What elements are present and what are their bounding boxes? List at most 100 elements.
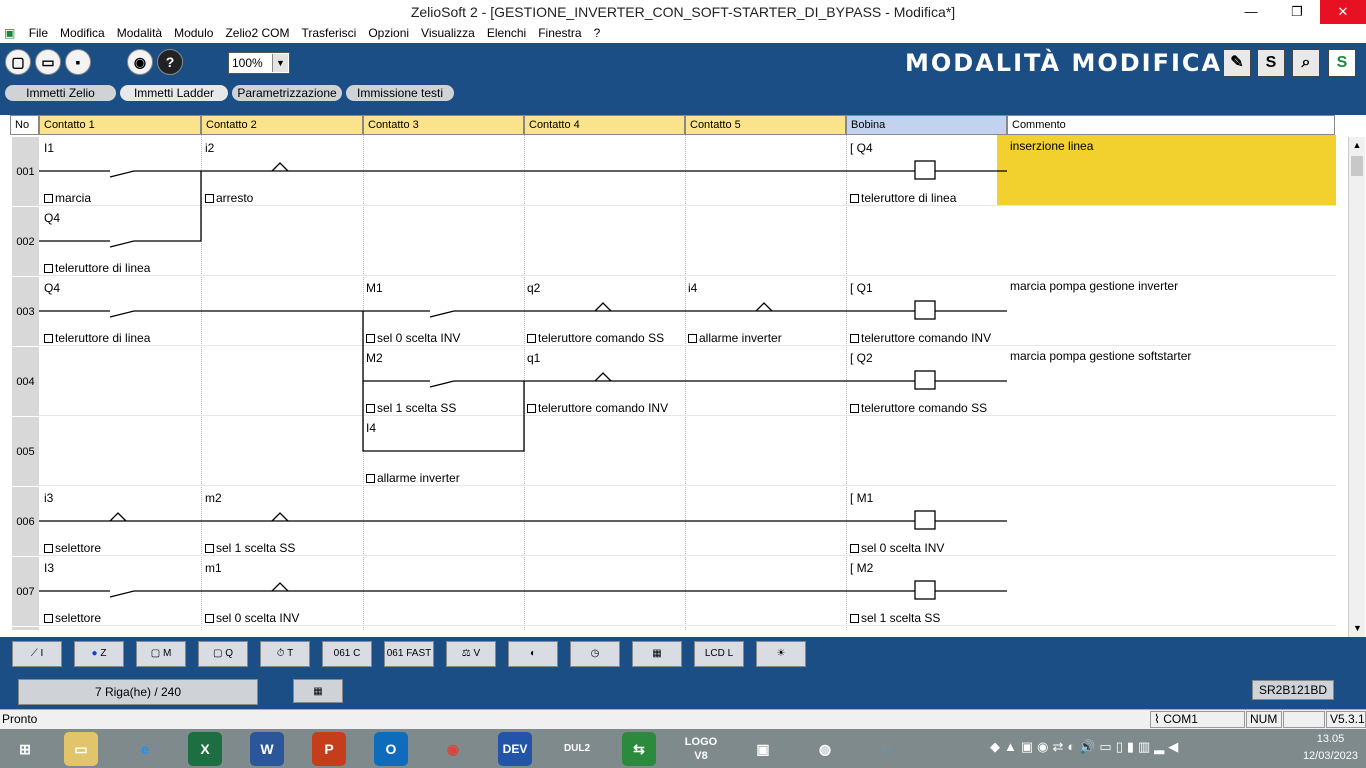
chevron-down-icon[interactable]: ▼: [272, 54, 288, 72]
lock-icon[interactable]: ◍: [808, 732, 842, 766]
window-title: ZelioSoft 2 - [GESTIONE_INVERTER_CON_SOF…: [410, 4, 956, 20]
tab-parametrizzazione[interactable]: Parametrizzazione: [232, 85, 342, 101]
menu-visualizza[interactable]: Visualizza: [415, 24, 481, 42]
scroll-up-icon[interactable]: ▲: [1349, 137, 1365, 154]
tab-immissione-testi[interactable]: Immissione testi: [346, 85, 454, 101]
file-explorer-icon[interactable]: ▭: [64, 732, 98, 766]
contact-label: allarme inverter: [688, 331, 782, 345]
header-contatto2: Contatto 2: [201, 115, 363, 135]
menu-file[interactable]: File: [23, 24, 54, 42]
edge-icon[interactable]: ◌: [870, 732, 904, 766]
save-icon[interactable]: ▪: [65, 49, 91, 75]
menu-modalita[interactable]: Modalità: [111, 24, 168, 42]
maximize-button[interactable]: ❐: [1274, 0, 1320, 24]
simulation-button[interactable]: S: [1257, 49, 1285, 77]
ladder-grid[interactable]: I1 marcia i2 arresto [ Q4 teleruttore di…: [10, 135, 1336, 630]
clock[interactable]: 13.05 12/03/2023: [1303, 731, 1358, 765]
contact-name[interactable]: m2: [205, 491, 222, 505]
minimize-button[interactable]: —: [1228, 0, 1274, 24]
contact-nc: [271, 162, 289, 172]
row-number[interactable]: 007: [12, 557, 39, 627]
analog-comparator-icon[interactable]: ◐: [508, 641, 558, 667]
contact-label: selettore: [44, 541, 101, 555]
contact-name[interactable]: q1: [527, 351, 540, 365]
menu-trasferisci[interactable]: Trasferisci: [295, 24, 362, 42]
contact-name[interactable]: m1: [205, 561, 222, 575]
tab-immetti-ladder[interactable]: Immetti Ladder: [120, 85, 228, 101]
row-number[interactable]: 005: [12, 417, 39, 487]
row-number[interactable]: 003: [12, 277, 39, 347]
summer-winter-icon[interactable]: ☀: [756, 641, 806, 667]
tray-icons[interactable]: ◆▲▣◉⇄◐🔊▭▯▮▥▂◀: [990, 739, 1182, 755]
dul2-icon[interactable]: DUL2: [560, 732, 594, 766]
menu-modulo[interactable]: Modulo: [168, 24, 219, 42]
row-number[interactable]: 002: [12, 207, 39, 277]
contact-name[interactable]: Q4: [44, 211, 60, 225]
comment[interactable]: inserzione linea: [1010, 139, 1093, 153]
zx-key-button[interactable]: ● Z: [74, 641, 124, 667]
coil-name[interactable]: [ M1: [850, 491, 873, 505]
output-coil-button[interactable]: ▢ Q: [198, 641, 248, 667]
timer-icon[interactable]: ⏱ T: [260, 641, 310, 667]
fast-counter-icon[interactable]: 061 FAST: [384, 641, 434, 667]
contact-name[interactable]: M1: [366, 281, 383, 295]
contact-name[interactable]: i2: [205, 141, 214, 155]
start-icon[interactable]: ⊞: [8, 732, 42, 766]
new-file-icon[interactable]: ▢: [5, 49, 31, 75]
tab-immetti-zelio[interactable]: Immetti Zelio: [5, 85, 116, 101]
zoom-select[interactable]: 100% ▼: [228, 52, 290, 74]
counter-icon[interactable]: 061 C: [322, 641, 372, 667]
view-eye-icon[interactable]: ◉: [127, 49, 153, 75]
search-icon[interactable]: ⌕: [1292, 49, 1320, 77]
text-grid-icon[interactable]: ▦: [632, 641, 682, 667]
contact-name[interactable]: i3: [44, 491, 53, 505]
excel-icon[interactable]: X: [188, 732, 222, 766]
chrome-icon[interactable]: ◉: [436, 732, 470, 766]
menu-zelio2com[interactable]: Zelio2 COM: [219, 24, 295, 42]
menu-modifica[interactable]: Modifica: [54, 24, 111, 42]
menu-opzioni[interactable]: Opzioni: [362, 24, 415, 42]
row-number[interactable]: 001: [12, 137, 39, 207]
menu-elenchi[interactable]: Elenchi: [481, 24, 532, 42]
open-folder-icon[interactable]: ▭: [35, 49, 61, 75]
comment[interactable]: marcia pompa gestione softstarter: [1010, 349, 1191, 363]
scroll-down-icon[interactable]: ▼: [1349, 620, 1366, 637]
close-button[interactable]: ✕: [1320, 0, 1366, 24]
word-icon[interactable]: W: [250, 732, 284, 766]
contact-name[interactable]: I4: [366, 421, 376, 435]
outlook-icon[interactable]: O: [374, 732, 408, 766]
powerpoint-icon[interactable]: P: [312, 732, 346, 766]
network-icon[interactable]: ▦: [293, 679, 343, 703]
edit-mode-icon[interactable]: ✎: [1223, 49, 1251, 77]
contact-name[interactable]: i4: [688, 281, 697, 295]
help-icon[interactable]: ?: [157, 49, 183, 75]
coil-name[interactable]: [ M2: [850, 561, 873, 575]
zeliosoft-icon[interactable]: ⇆: [622, 732, 656, 766]
app-icon[interactable]: ▣: [746, 732, 780, 766]
coil-name[interactable]: [ Q4: [850, 141, 873, 155]
menu-finestra[interactable]: Finestra: [532, 24, 587, 42]
coil-name[interactable]: [ Q1: [850, 281, 873, 295]
ie-icon[interactable]: e: [128, 732, 162, 766]
scroll-thumb[interactable]: [1351, 156, 1363, 176]
auxiliary-relay-button[interactable]: ▢ M: [136, 641, 186, 667]
input-contact-button[interactable]: ⟋ I: [12, 641, 62, 667]
vertical-scrollbar[interactable]: ▲ ▼: [1348, 137, 1365, 637]
row-number[interactable]: 004: [12, 347, 39, 417]
contact-name[interactable]: Q4: [44, 281, 60, 295]
dev-icon[interactable]: DEV: [498, 732, 532, 766]
contact-name[interactable]: q2: [527, 281, 540, 295]
row-number[interactable]: 006: [12, 487, 39, 557]
contact-name[interactable]: M2: [366, 351, 383, 365]
com-port: ⌇ COM1: [1150, 711, 1245, 728]
clock-icon[interactable]: ◷: [570, 641, 620, 667]
contact-name[interactable]: I1: [44, 141, 54, 155]
comparator-icon[interactable]: ⚖ V: [446, 641, 496, 667]
module-model[interactable]: SR2B121BD: [1252, 680, 1334, 700]
menu-help[interactable]: ?: [588, 24, 607, 42]
contact-name[interactable]: I3: [44, 561, 54, 575]
comment[interactable]: marcia pompa gestione inverter: [1010, 279, 1178, 293]
lcd-icon[interactable]: LCD L: [694, 641, 744, 667]
logo-icon[interactable]: LOGO V8: [684, 732, 718, 766]
coil-name[interactable]: [ Q2: [850, 351, 873, 365]
